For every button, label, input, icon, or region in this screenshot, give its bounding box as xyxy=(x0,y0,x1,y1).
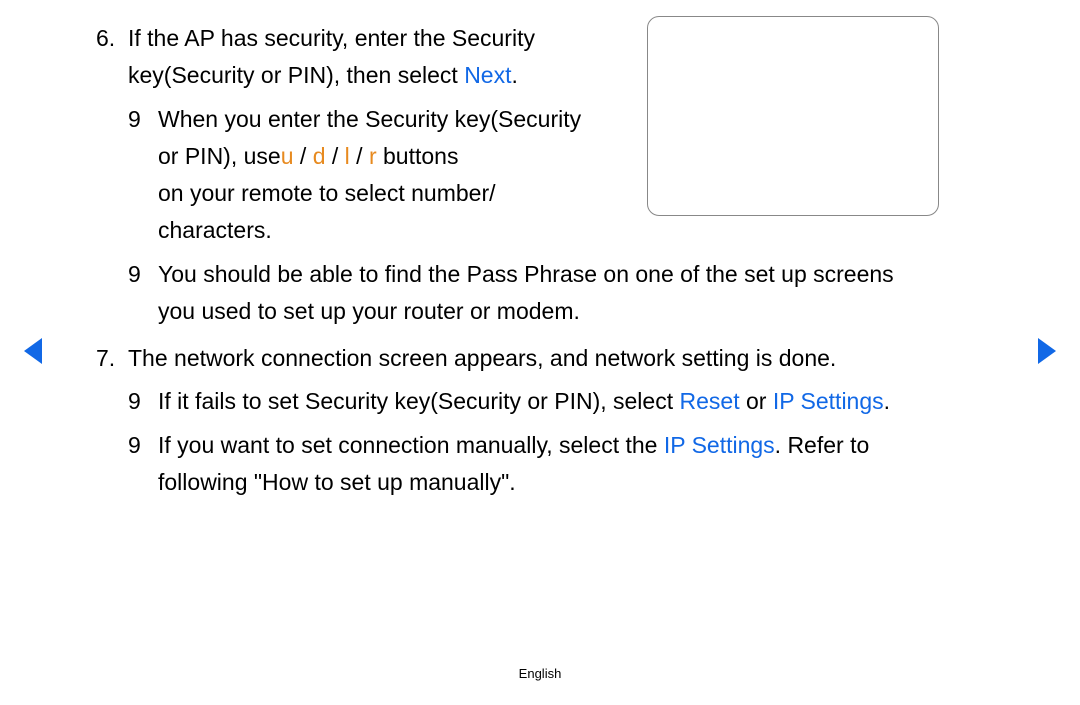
body-text: 6. If the AP has security, enter the Sec… xyxy=(98,20,1038,501)
ip-settings-link[interactable]: IP Settings xyxy=(773,388,884,414)
remote-d-icon: d xyxy=(313,143,326,169)
note-line: following "How to set up manually". xyxy=(158,469,516,495)
note-line: If you want to set connection manually, … xyxy=(158,432,664,458)
step-7: 7. The network connection screen appears… xyxy=(98,340,1038,501)
manual-page: 6. If the AP has security, enter the Sec… xyxy=(0,0,1080,705)
note-line: buttons xyxy=(377,143,459,169)
note-line: or PIN), use xyxy=(158,143,281,169)
note-symbol: 9 xyxy=(128,427,148,464)
note-line: . Refer to xyxy=(775,432,870,458)
step-6-line-2b: . xyxy=(511,62,517,88)
step-6-note-2: 9 You should be able to find the Pass Ph… xyxy=(128,256,998,331)
note-line: characters. xyxy=(158,217,272,243)
step-7-note-2: 9 If you want to set connection manually… xyxy=(128,427,998,502)
step-6-line-1: If the AP has security, enter the Securi… xyxy=(128,25,535,51)
note-symbol: 9 xyxy=(128,383,148,420)
note-line: If it fails to set Security key(Security… xyxy=(158,388,680,414)
note-line: . xyxy=(884,388,890,414)
step-6-note-1: 9 When you enter the Security key(Securi… xyxy=(128,101,658,250)
note-line: on your remote to select number/ xyxy=(158,180,496,206)
note-symbol: 9 xyxy=(128,256,148,293)
note-line: You should be able to find the Pass Phra… xyxy=(158,261,894,287)
note-line: you used to set up your router or modem. xyxy=(158,298,580,324)
ip-settings-link[interactable]: IP Settings xyxy=(664,432,775,458)
sep: / xyxy=(325,143,344,169)
step-6-line-2a: key(Security or PIN), then select xyxy=(128,62,464,88)
step-7-number: 7. xyxy=(96,340,115,377)
sep: / xyxy=(294,143,313,169)
step-6-number: 6. xyxy=(96,20,115,57)
reset-link[interactable]: Reset xyxy=(680,388,740,414)
page-language-footer: English xyxy=(0,666,1080,681)
step-7-text: The network connection screen appears, a… xyxy=(128,345,836,371)
remote-r-icon: r xyxy=(369,143,377,169)
sep: / xyxy=(350,143,369,169)
next-link[interactable]: Next xyxy=(464,62,511,88)
note-line: When you enter the Security key(Security xyxy=(158,106,581,132)
step-6: 6. If the AP has security, enter the Sec… xyxy=(98,20,1038,330)
step-7-note-1: 9 If it fails to set Security key(Securi… xyxy=(128,383,998,420)
next-page-arrow[interactable] xyxy=(1038,338,1056,364)
note-line: or xyxy=(740,388,773,414)
remote-u-icon: u xyxy=(281,143,294,169)
prev-page-arrow[interactable] xyxy=(24,338,42,364)
note-symbol: 9 xyxy=(128,101,148,138)
